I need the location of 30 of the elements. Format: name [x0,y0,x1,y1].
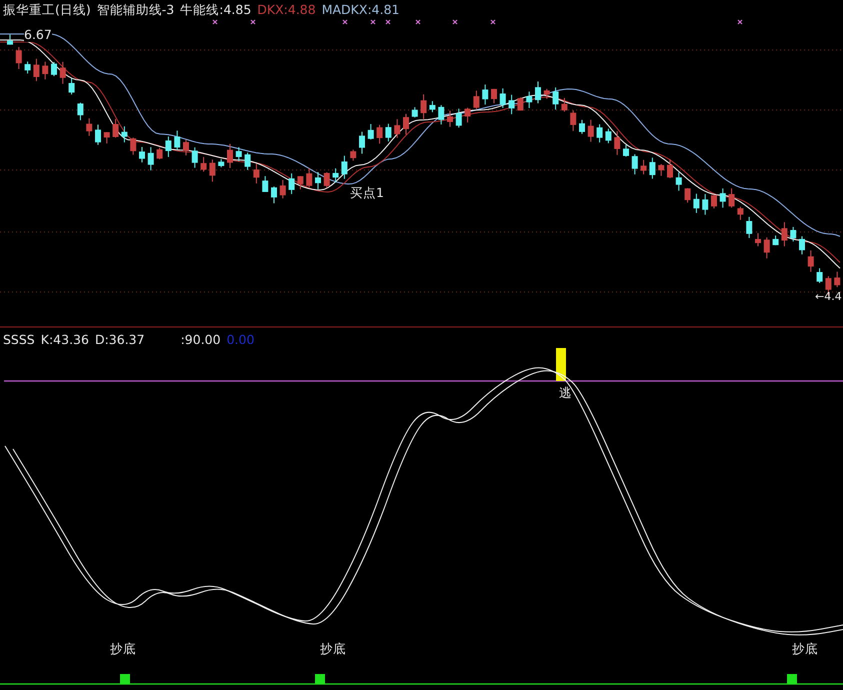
cross-marker-icon [250,19,256,25]
cross-marker-icon [415,19,421,25]
cross-marker-icon [370,19,376,25]
escape-label: 逃 [559,385,572,402]
indicator-readout: 0.00 [226,332,254,347]
bottom-fishing-label: 抄底 [792,641,818,658]
high-price-label: 6.67 [24,29,52,42]
cross-marker-icon [342,19,348,25]
indicator-readout: DKX:4.88 [257,2,316,19]
cross-marker-icon [490,19,496,25]
signal-square-icon [787,674,797,684]
oscillator-name: SSSS [3,332,35,347]
bottom-fishing-label: 抄底 [110,641,136,658]
signal-square-icon [315,674,325,684]
indicator-readout: 牛能线:4.85 [180,2,252,19]
cross-marker-icon [385,19,391,25]
cross-marker-icon [212,19,218,25]
bottom-fishing-label: 抄底 [320,641,346,658]
indicator-readout: MADKX:4.81 [322,2,400,19]
signal-square-icon [120,674,130,684]
indicator-readout: :90.00 [180,332,221,347]
cross-marker-icon [452,19,458,25]
buy-point-label: 买点1 [350,185,384,202]
indicator-readout: D:36.37 [94,332,145,347]
signal-bar [556,348,566,381]
indicator-readout: K:43.36 [40,332,89,347]
cross-marker-icon [737,19,743,25]
stock-title: 振华重工(日线) [3,2,91,19]
indicator-name: 智能辅助线-3 [96,2,174,19]
low-price-label: ←4.4 [815,290,842,303]
